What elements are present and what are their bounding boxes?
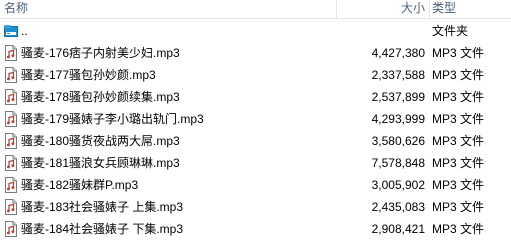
file-name: 骚麦-181骚浪女兵顾琳琳.mp3 [21, 156, 180, 170]
mp3-file-icon [5, 199, 17, 215]
list-item[interactable]: 骚麦-180骚货夜战两大屌.mp3 3,580,626 MP3 文件 [0, 130, 511, 152]
mp3-file-icon [5, 45, 17, 61]
column-header-size[interactable]: 大小 [340, 0, 425, 18]
file-name: .. [21, 24, 28, 38]
list-item[interactable]: 骚麦-184社会骚婊子 下集.mp3 2,908,421 MP3 文件 [0, 218, 511, 240]
file-name: 骚麦-183社会骚婊子 上集.mp3 [21, 200, 184, 214]
file-size: 2,435,083 [371, 200, 425, 214]
list-item-parent-folder[interactable]: .. 文件夹 [0, 20, 511, 42]
list-item[interactable]: 骚麦-181骚浪女兵顾琳琳.mp3 7,578,848 MP3 文件 [0, 152, 511, 174]
column-separator[interactable] [336, 0, 337, 18]
file-name: 骚麦-177骚包孙妙颜.mp3 [21, 68, 156, 82]
file-type: MP3 文件 [432, 178, 485, 192]
file-size: 2,337,588 [371, 68, 425, 82]
file-size: 4,427,380 [371, 46, 425, 60]
column-header-bar: 名称 大小 类型 [0, 0, 511, 19]
mp3-file-icon [5, 177, 17, 193]
file-size: 2,537,899 [371, 90, 425, 104]
file-type: MP3 文件 [432, 46, 485, 60]
list-item[interactable]: 骚麦-177骚包孙妙颜.mp3 2,337,588 MP3 文件 [0, 64, 511, 86]
file-size: 4,293,999 [371, 112, 425, 126]
list-item[interactable]: 骚麦-182骚妹群P.mp3 3,005,902 MP3 文件 [0, 174, 511, 196]
file-type: MP3 文件 [432, 156, 485, 170]
mp3-file-icon [5, 221, 17, 237]
file-name: 骚麦-176痞子内射美少妇.mp3 [21, 46, 180, 60]
file-type: 文件夹 [432, 24, 469, 38]
file-type: MP3 文件 [432, 112, 485, 126]
mp3-file-icon [5, 67, 17, 83]
file-size [340, 20, 425, 42]
file-name: 骚麦-178骚包孙妙颜续集.mp3 [21, 90, 180, 104]
column-header-name[interactable]: 名称 [4, 0, 334, 18]
file-name: 骚麦-184社会骚婊子 下集.mp3 [21, 222, 184, 236]
file-size: 7,578,848 [371, 156, 425, 170]
file-name: 骚麦-179骚婊子李小璐出轨门.mp3 [21, 112, 204, 126]
column-header-type[interactable]: 类型 [432, 0, 511, 18]
column-separator[interactable] [429, 0, 430, 18]
file-type: MP3 文件 [432, 90, 485, 104]
file-size: 3,580,626 [371, 134, 425, 148]
list-item[interactable]: 骚麦-179骚婊子李小璐出轨门.mp3 4,293,999 MP3 文件 [0, 108, 511, 130]
mp3-file-icon [5, 155, 17, 171]
file-name: 骚麦-182骚妹群P.mp3 [21, 178, 139, 192]
mp3-file-icon [5, 111, 17, 127]
file-size: 2,908,421 [371, 222, 425, 236]
mp3-file-icon [5, 133, 17, 149]
mp3-file-icon [5, 89, 17, 105]
file-name: 骚麦-180骚货夜战两大屌.mp3 [21, 134, 180, 148]
file-type: MP3 文件 [432, 68, 485, 82]
file-size: 3,005,902 [371, 178, 425, 192]
folder-up-icon [4, 25, 18, 37]
list-item[interactable]: 骚麦-176痞子内射美少妇.mp3 4,427,380 MP3 文件 [0, 42, 511, 64]
list-item[interactable]: 骚麦-178骚包孙妙颜续集.mp3 2,537,899 MP3 文件 [0, 86, 511, 108]
file-type: MP3 文件 [432, 200, 485, 214]
list-item[interactable]: 骚麦-183社会骚婊子 上集.mp3 2,435,083 MP3 文件 [0, 196, 511, 218]
file-type: MP3 文件 [432, 222, 485, 236]
file-type: MP3 文件 [432, 134, 485, 148]
